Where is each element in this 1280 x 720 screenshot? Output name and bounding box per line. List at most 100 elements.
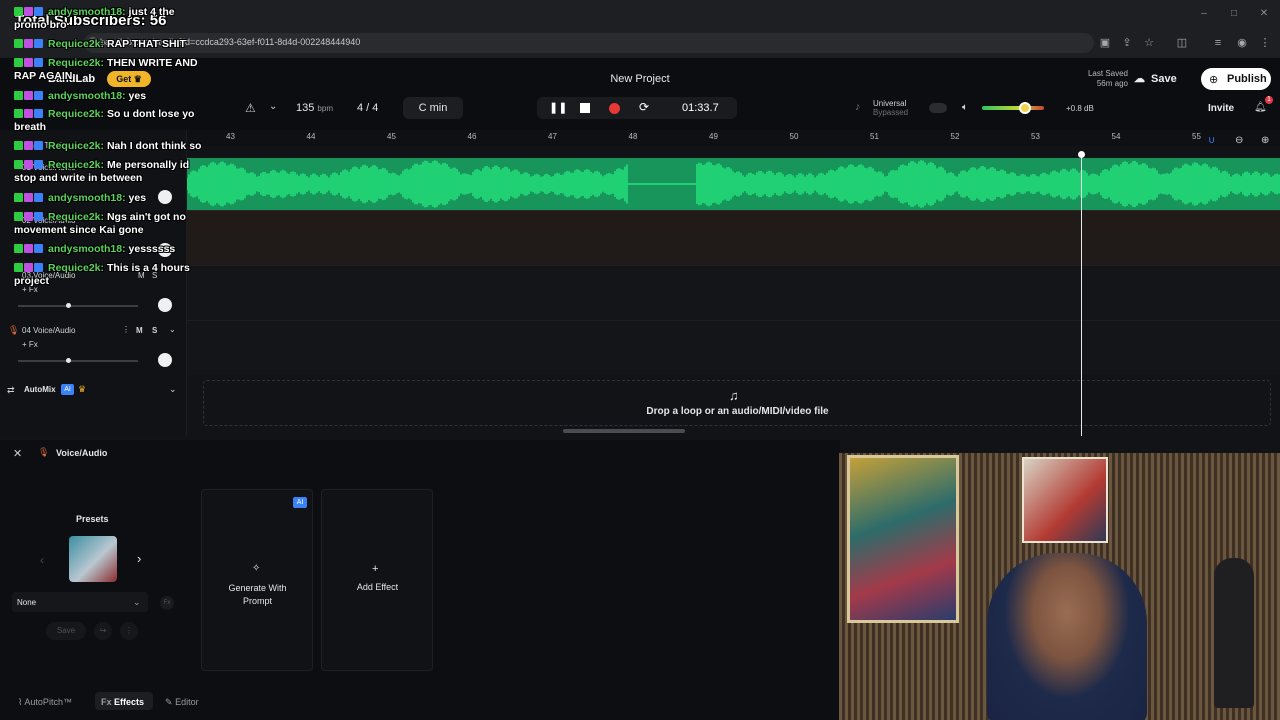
chat-username: andysmooth18: — [48, 90, 126, 102]
track-4-menu-icon[interactable]: ⋮ — [122, 325, 130, 334]
track-2-lane[interactable] — [187, 210, 1280, 265]
pause-icon[interactable]: ❚❚ — [549, 101, 567, 114]
zoom-out-icon[interactable]: ⊖ — [1235, 135, 1243, 146]
track-4-mute[interactable]: M — [136, 326, 143, 335]
bpm-field[interactable]: 135 bpm — [296, 102, 333, 114]
chat-overlay: andysmooth18: just 4 the promo bro Requice… — [14, 0, 244, 300]
chat-message: Requice2k: THEN WRITE AND RAP AGAIN — [14, 57, 198, 83]
metronome-dropdown-icon[interactable]: ⌄ — [269, 101, 277, 112]
metronome-icon[interactable]: ⚠ — [245, 101, 256, 115]
project-title[interactable]: New Project — [560, 73, 720, 85]
track-4-lane[interactable] — [187, 320, 1280, 375]
chat-text-cont: project — [14, 275, 50, 287]
bookmark-star-icon[interactable]: ☆ — [1142, 36, 1156, 50]
track-4-volume-fader[interactable] — [18, 360, 138, 362]
preset-next-icon[interactable]: › — [137, 551, 141, 566]
track-4-solo[interactable]: S — [152, 326, 157, 335]
preset-save-button[interactable]: Save — [46, 622, 86, 640]
playhead[interactable] — [1081, 152, 1082, 436]
audio-waveform[interactable] — [186, 158, 1280, 210]
track-3-volume-fader[interactable] — [18, 305, 138, 307]
cloud-icon: ☁ — [1134, 73, 1145, 85]
profile-icon[interactable]: ◉ — [1235, 36, 1249, 50]
time-signature[interactable]: 4 / 4 — [357, 102, 378, 114]
automix-icon: ⇄ — [7, 385, 15, 395]
drop-zone[interactable] — [203, 380, 1271, 426]
track-3-lane[interactable] — [187, 265, 1280, 320]
magnet-icon[interactable]: ∪ — [1208, 135, 1215, 146]
sparkle-icon: ✧ — [252, 563, 261, 574]
playhead-handle[interactable] — [1078, 151, 1085, 158]
loop-icon[interactable]: ⟳ — [639, 100, 649, 114]
speaker-icon[interactable]: 🔈︎ — [962, 102, 968, 113]
chat-badges — [14, 57, 48, 70]
editor-tab[interactable]: ✎ Editor — [165, 697, 199, 708]
browser-menu-icon[interactable]: ⋮ — [1258, 36, 1272, 50]
chat-username: Requice2k: — [48, 159, 105, 171]
stop-icon[interactable] — [580, 103, 590, 113]
painting-left — [847, 455, 959, 623]
publish-label: Publish — [1227, 73, 1267, 85]
chat-text: just 4 the — [125, 6, 175, 18]
invite-button[interactable]: Invite — [1208, 103, 1234, 114]
preset-share-icon[interactable]: ↪ — [94, 622, 112, 640]
track-4-pan-knob[interactable] — [158, 353, 172, 367]
chat-username: andysmooth18: — [48, 6, 126, 18]
track-3-volume-handle[interactable] — [66, 303, 71, 308]
add-effect-label: Add Effect — [356, 582, 399, 592]
track-4-volume-handle[interactable] — [66, 358, 71, 363]
save-button[interactable]: ☁ Save — [1134, 69, 1194, 89]
universal-label: Universal — [873, 99, 907, 108]
share-icon[interactable]: ⇪ — [1120, 36, 1134, 50]
last-saved-label: Last Saved — [1087, 69, 1128, 78]
effects-tab[interactable]: Fx Effects — [101, 697, 144, 707]
chat-username: Requice2k: — [48, 211, 105, 223]
chat-badges — [14, 211, 48, 224]
bell-icon[interactable]: 🔔︎ — [1254, 102, 1267, 113]
chat-text: yessssss — [125, 243, 176, 255]
mic-icon: 🎙︎ — [8, 325, 20, 335]
extensions-icon[interactable]: ≡ — [1211, 36, 1225, 50]
chat-message: Requice2k: Me personally id stop and writ… — [14, 159, 189, 185]
close-window-icon[interactable]: ✕ — [1257, 8, 1271, 19]
preset-thumbnail[interactable] — [69, 536, 117, 582]
horizontal-scrollbar[interactable] — [563, 429, 685, 433]
sidebar-icon[interactable]: ◫ — [1175, 36, 1189, 50]
chat-text: RAP THAT SHIT — [104, 38, 186, 50]
track-1-lane[interactable] — [186, 158, 1280, 210]
bypass-toggle[interactable] — [929, 103, 947, 113]
add-effect-card[interactable] — [321, 489, 433, 671]
chat-text-cont: movement since Kai gone — [14, 224, 144, 236]
universal-bypass[interactable]: Universal Bypassed — [873, 99, 908, 117]
track-4-fx[interactable]: + Fx — [22, 340, 38, 349]
reader-icon[interactable]: ▣ — [1098, 36, 1112, 50]
chat-message: andysmooth18: yes — [14, 90, 146, 103]
preset-prev-icon[interactable]: ‹ — [40, 553, 44, 567]
globe-icon: ⊕ — [1209, 74, 1219, 86]
autopitch-tab[interactable]: ⌇ AutoPitch™ — [18, 697, 72, 708]
close-panel-icon[interactable]: ✕ — [13, 447, 22, 460]
maximize-icon[interactable]: □ — [1227, 8, 1241, 19]
streamer — [987, 553, 1147, 720]
automix-expand-icon[interactable]: ⌄ — [169, 384, 177, 395]
record-icon[interactable] — [609, 103, 620, 114]
master-volume-handle[interactable] — [1019, 102, 1031, 114]
chat-username: Requice2k: — [48, 57, 105, 69]
automix-label[interactable]: AutoMix — [24, 385, 56, 394]
chat-message: andysmooth18: yessssss — [14, 243, 175, 256]
presets-label: Presets — [76, 514, 109, 524]
ruler-bar-46: 46 — [467, 132, 477, 141]
generate-with-prompt-card[interactable] — [201, 489, 313, 671]
track-4-name[interactable]: 04 Voice/Audio — [22, 326, 75, 335]
preset-fx-icon[interactable]: Fx — [160, 596, 174, 610]
track-4-expand-icon[interactable]: ⌄ — [169, 325, 176, 334]
drop-zone-text: Drop a loop or an audio/MIDI/video file — [646, 406, 829, 417]
track-3-pan-knob[interactable] — [158, 298, 172, 312]
chat-text: This is a 4 hours — [104, 262, 190, 274]
preset-more-icon[interactable]: ⋮ — [120, 622, 138, 640]
zoom-in-icon[interactable]: ⊕ — [1261, 135, 1269, 146]
key-selector[interactable]: C min — [403, 97, 463, 119]
minimize-icon[interactable]: – — [1197, 8, 1211, 19]
master-volume-slider[interactable] — [982, 106, 1044, 110]
ruler-bar-53: 53 — [1031, 132, 1040, 141]
